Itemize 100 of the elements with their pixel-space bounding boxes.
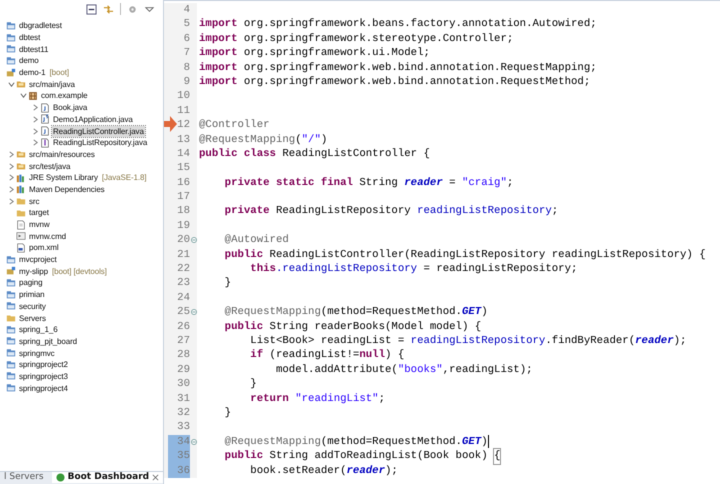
expand-chevron-icon[interactable]	[32, 128, 38, 135]
tree-item-tag: [boot]	[50, 68, 69, 78]
tree-item[interactable]: my-slipp	[18, 266, 49, 277]
line-number: 30	[177, 377, 190, 392]
tree-item[interactable]: springproject2	[18, 359, 69, 370]
expand-chevron-icon[interactable]	[32, 139, 38, 146]
library-icon	[16, 184, 26, 194]
tree-item[interactable]: ReadingListRepository.java	[52, 137, 148, 148]
project-icon	[6, 371, 16, 382]
folder-icon	[16, 208, 26, 218]
project-icon	[6, 20, 16, 31]
line-number: 7	[184, 46, 190, 61]
tree-item[interactable]: target	[28, 207, 50, 218]
project-icon	[6, 254, 16, 265]
project-icon	[6, 266, 16, 276]
project-icon	[6, 68, 16, 78]
collapse-all-icon[interactable]	[86, 4, 97, 14]
tree-item[interactable]: src/main/java	[28, 78, 76, 90]
tree-item[interactable]: Maven Dependencies	[28, 184, 106, 195]
line-number: 23	[177, 276, 190, 291]
tree-item[interactable]: ReadingListController.java	[52, 126, 145, 137]
line-number: 20	[177, 233, 190, 248]
fold-icon[interactable]	[190, 237, 196, 244]
view-tab[interactable]: Boot Dashboard	[52, 472, 163, 483]
folder-icon	[6, 313, 16, 324]
expand-chevron-icon[interactable]	[8, 186, 14, 193]
file-icon	[16, 220, 26, 230]
tree-item[interactable]: demo-1	[18, 67, 47, 78]
code-line: import org.springframework.beans.factory.annotation.Autowired;	[198, 17, 597, 32]
tree-item[interactable]: Servers	[18, 312, 47, 324]
code-line: model.addAttribute("books",readingList);	[274, 362, 533, 378]
fold-icon[interactable]	[190, 309, 196, 316]
code-line: public String readerBooks(Model model) {	[224, 320, 482, 334]
project-icon	[6, 324, 16, 335]
line-number: 32	[177, 406, 190, 420]
view-tab[interactable]: l Servers	[0, 472, 48, 483]
close-icon[interactable]	[152, 474, 160, 481]
tree-item[interactable]: dbtest	[18, 32, 42, 44]
tree-item[interactable]: primian	[18, 289, 46, 300]
expand-chevron-icon[interactable]	[8, 198, 14, 205]
tree-item[interactable]: com.example	[40, 90, 88, 102]
code-line: public ReadingListController(ReadingListRepository readingListRepository) {	[224, 248, 706, 262]
expand-chevron-icon[interactable]	[32, 116, 38, 123]
project-icon	[6, 348, 16, 358]
tree-item[interactable]: springmvc	[18, 348, 56, 359]
java-file-icon	[40, 126, 50, 136]
code-line: @RequestMapping(method=RequestMethod.GET)	[224, 434, 489, 450]
expand-chevron-icon[interactable]	[8, 150, 14, 158]
code-line: @Autowired	[224, 233, 289, 248]
collapse-chevron-icon[interactable]	[20, 92, 26, 100]
project-icon	[6, 360, 16, 370]
tree-item[interactable]: Book.java	[52, 102, 88, 114]
tree-item[interactable]: mvnw	[28, 219, 50, 230]
line-number: 13	[177, 132, 190, 147]
source-folder-icon	[16, 161, 26, 172]
tree-item[interactable]: security	[18, 300, 47, 312]
line-number: 10	[177, 89, 190, 104]
code-line: public class ReadingListController {	[198, 146, 430, 162]
line-number: 29	[177, 362, 190, 378]
project-icon	[6, 336, 16, 346]
tree-item[interactable]: spring_pjt_board	[18, 336, 78, 347]
tree-item[interactable]: JRE System Library	[28, 172, 99, 184]
line-number: 18	[177, 204, 190, 219]
line-number: 21	[177, 248, 190, 262]
tree-item[interactable]: mvcproject	[18, 254, 58, 266]
code-line: return "readingList";	[249, 392, 386, 406]
java-file-icon	[40, 102, 50, 113]
tree-item[interactable]: Demo1Application.java	[52, 114, 134, 125]
link-icon[interactable]	[103, 4, 114, 14]
tree-item[interactable]: springproject4	[18, 382, 69, 394]
code-line: import org.springframework.web.bind.annotation.RequestMethod;	[198, 74, 590, 90]
line-number: 6	[184, 32, 190, 46]
code-line: import org.springframework.web.bind.annotation.RequestMapping;	[198, 60, 597, 75]
tree-item[interactable]: src	[28, 196, 40, 207]
line-number: 31	[177, 392, 190, 406]
collapse-chevron-icon[interactable]	[8, 80, 14, 88]
line-number: 24	[177, 290, 190, 306]
project-icon	[6, 278, 16, 288]
java-file-icon	[40, 138, 50, 148]
tree-item[interactable]: demo	[18, 55, 40, 66]
project-icon	[6, 44, 16, 54]
tree-item[interactable]: dbtest11	[18, 44, 50, 55]
line-number: 14	[177, 146, 190, 162]
tree-item[interactable]: src/main/resources	[28, 148, 96, 160]
tree-item[interactable]: mvnw.cmd	[28, 230, 67, 242]
code-line: @RequestMapping("/")	[198, 132, 328, 147]
tree-item[interactable]: src/test/java	[28, 160, 72, 172]
line-number: 17	[177, 190, 190, 204]
expand-chevron-icon[interactable]	[8, 174, 14, 182]
fold-icon[interactable]	[190, 438, 196, 445]
line-number: 27	[177, 334, 190, 348]
expand-chevron-icon[interactable]	[32, 104, 38, 112]
project-icon	[6, 290, 16, 300]
tree-item[interactable]: paging	[18, 277, 44, 288]
tree-item[interactable]: pom.xml	[28, 242, 60, 254]
tree-item[interactable]: springproject3	[18, 370, 69, 382]
tree-item[interactable]: spring_1_6	[18, 324, 59, 336]
tree-item[interactable]: dbgradletest	[18, 20, 63, 32]
expand-chevron-icon[interactable]	[8, 162, 14, 170]
line-number: 12	[177, 118, 190, 133]
